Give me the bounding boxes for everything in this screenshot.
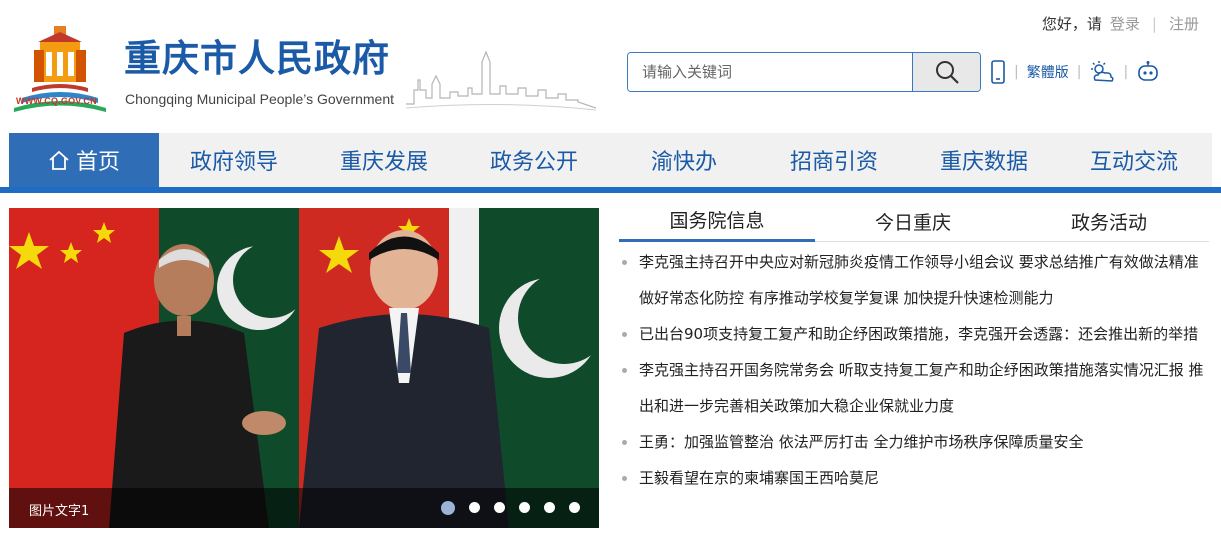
nav-item-investment[interactable]: 招商引资 xyxy=(759,133,909,187)
logo-url-text: WWW.CQ.GOV.CN xyxy=(16,96,97,106)
nav-item-leaders[interactable]: 政府领导 xyxy=(159,133,309,187)
tab-state-council[interactable]: 国务院信息 xyxy=(619,200,815,242)
nav-item-interaction[interactable]: 互动交流 xyxy=(1059,133,1209,187)
nav-divider xyxy=(0,187,1221,193)
header-tools: | 繁體版 | | xyxy=(990,58,1160,86)
login-link[interactable]: 登录 xyxy=(1110,13,1140,34)
photo-carousel[interactable]: 图片文字1 xyxy=(9,208,599,528)
carousel-photo xyxy=(9,208,599,528)
carousel-dot[interactable] xyxy=(494,502,505,513)
home-icon xyxy=(49,150,69,170)
main-nav: 首页 政府领导 重庆发展 政务公开 渝快办 招商引资 重庆数据 互动交流 xyxy=(9,133,1212,187)
site-subtitle: Chongqing Municipal People’s Government xyxy=(125,91,395,107)
search-button[interactable] xyxy=(912,53,980,91)
divider: | xyxy=(1076,64,1082,80)
robot-icon[interactable] xyxy=(1136,60,1160,84)
news-list: 李克强主持召开中央应对新冠肺炎疫情工作领导小组会议 要求总结推广有效做法精准做好… xyxy=(619,244,1211,496)
divider: | xyxy=(1151,14,1157,33)
user-links: 您好，请 登录 | 注册 xyxy=(1042,13,1199,34)
search-icon xyxy=(935,61,959,84)
carousel-pagination xyxy=(441,501,594,515)
search-box xyxy=(627,52,981,92)
site-header: WWW.CQ.GOV.CN 重庆市人民政府 Chongqing Municipa… xyxy=(0,0,1221,132)
greeting-text: 您好，请 xyxy=(1041,15,1102,33)
caption-bar: 图片文字1 xyxy=(9,488,599,528)
news-item[interactable]: 王勇：加强监管整治 依法严厉打击 全力维护市场秩序保障质量安全 xyxy=(619,424,1211,460)
nav-item-development[interactable]: 重庆发展 xyxy=(309,133,459,187)
divider: | xyxy=(1014,64,1019,80)
carousel-dot[interactable] xyxy=(469,502,480,513)
site-title[interactable]: 重庆市人民政府 xyxy=(124,40,390,77)
tab-today-chongqing[interactable]: 今日重庆 xyxy=(815,200,1011,242)
carousel-caption[interactable]: 图片文字1 xyxy=(29,500,89,519)
news-item[interactable]: 李克强主持召开中央应对新冠肺炎疫情工作领导小组会议 要求总结推广有效做法精准做好… xyxy=(619,244,1211,316)
tab-gov-activities[interactable]: 政务活动 xyxy=(1011,200,1207,242)
nav-item-gov-affairs[interactable]: 政务公开 xyxy=(459,133,609,187)
carousel-dot[interactable] xyxy=(519,502,530,513)
nav-item-data[interactable]: 重庆数据 xyxy=(909,133,1059,187)
nav-item-home[interactable]: 首页 xyxy=(9,133,159,187)
skyline-decoration xyxy=(406,50,596,111)
nav-item-label: 首页 xyxy=(75,150,120,175)
mobile-icon[interactable] xyxy=(990,60,1006,84)
weather-icon[interactable] xyxy=(1089,60,1115,84)
divider: | xyxy=(1123,64,1129,80)
traditional-chinese-link[interactable]: 繁體版 xyxy=(1027,62,1069,82)
carousel-dot[interactable] xyxy=(544,502,555,513)
search-input[interactable] xyxy=(628,53,912,91)
news-item[interactable]: 已出台90项支持复工复产和助企纾困政策措施，李克强开会透露：还会推出新的举措 xyxy=(619,316,1211,352)
carousel-dot[interactable] xyxy=(569,502,580,513)
nav-item-yukuaiban[interactable]: 渝快办 xyxy=(609,133,759,187)
news-item[interactable]: 李克强主持召开国务院常务会 听取支持复工复产和助企纾困政策措施落实情况汇报 推出… xyxy=(619,352,1211,424)
news-item[interactable]: 王毅看望在京的柬埔寨国王西哈莫尼 xyxy=(619,460,1211,496)
register-link[interactable]: 注册 xyxy=(1169,13,1199,34)
carousel-dot[interactable] xyxy=(441,501,455,515)
news-tabs: 国务院信息 今日重庆 政务活动 xyxy=(619,200,1209,242)
